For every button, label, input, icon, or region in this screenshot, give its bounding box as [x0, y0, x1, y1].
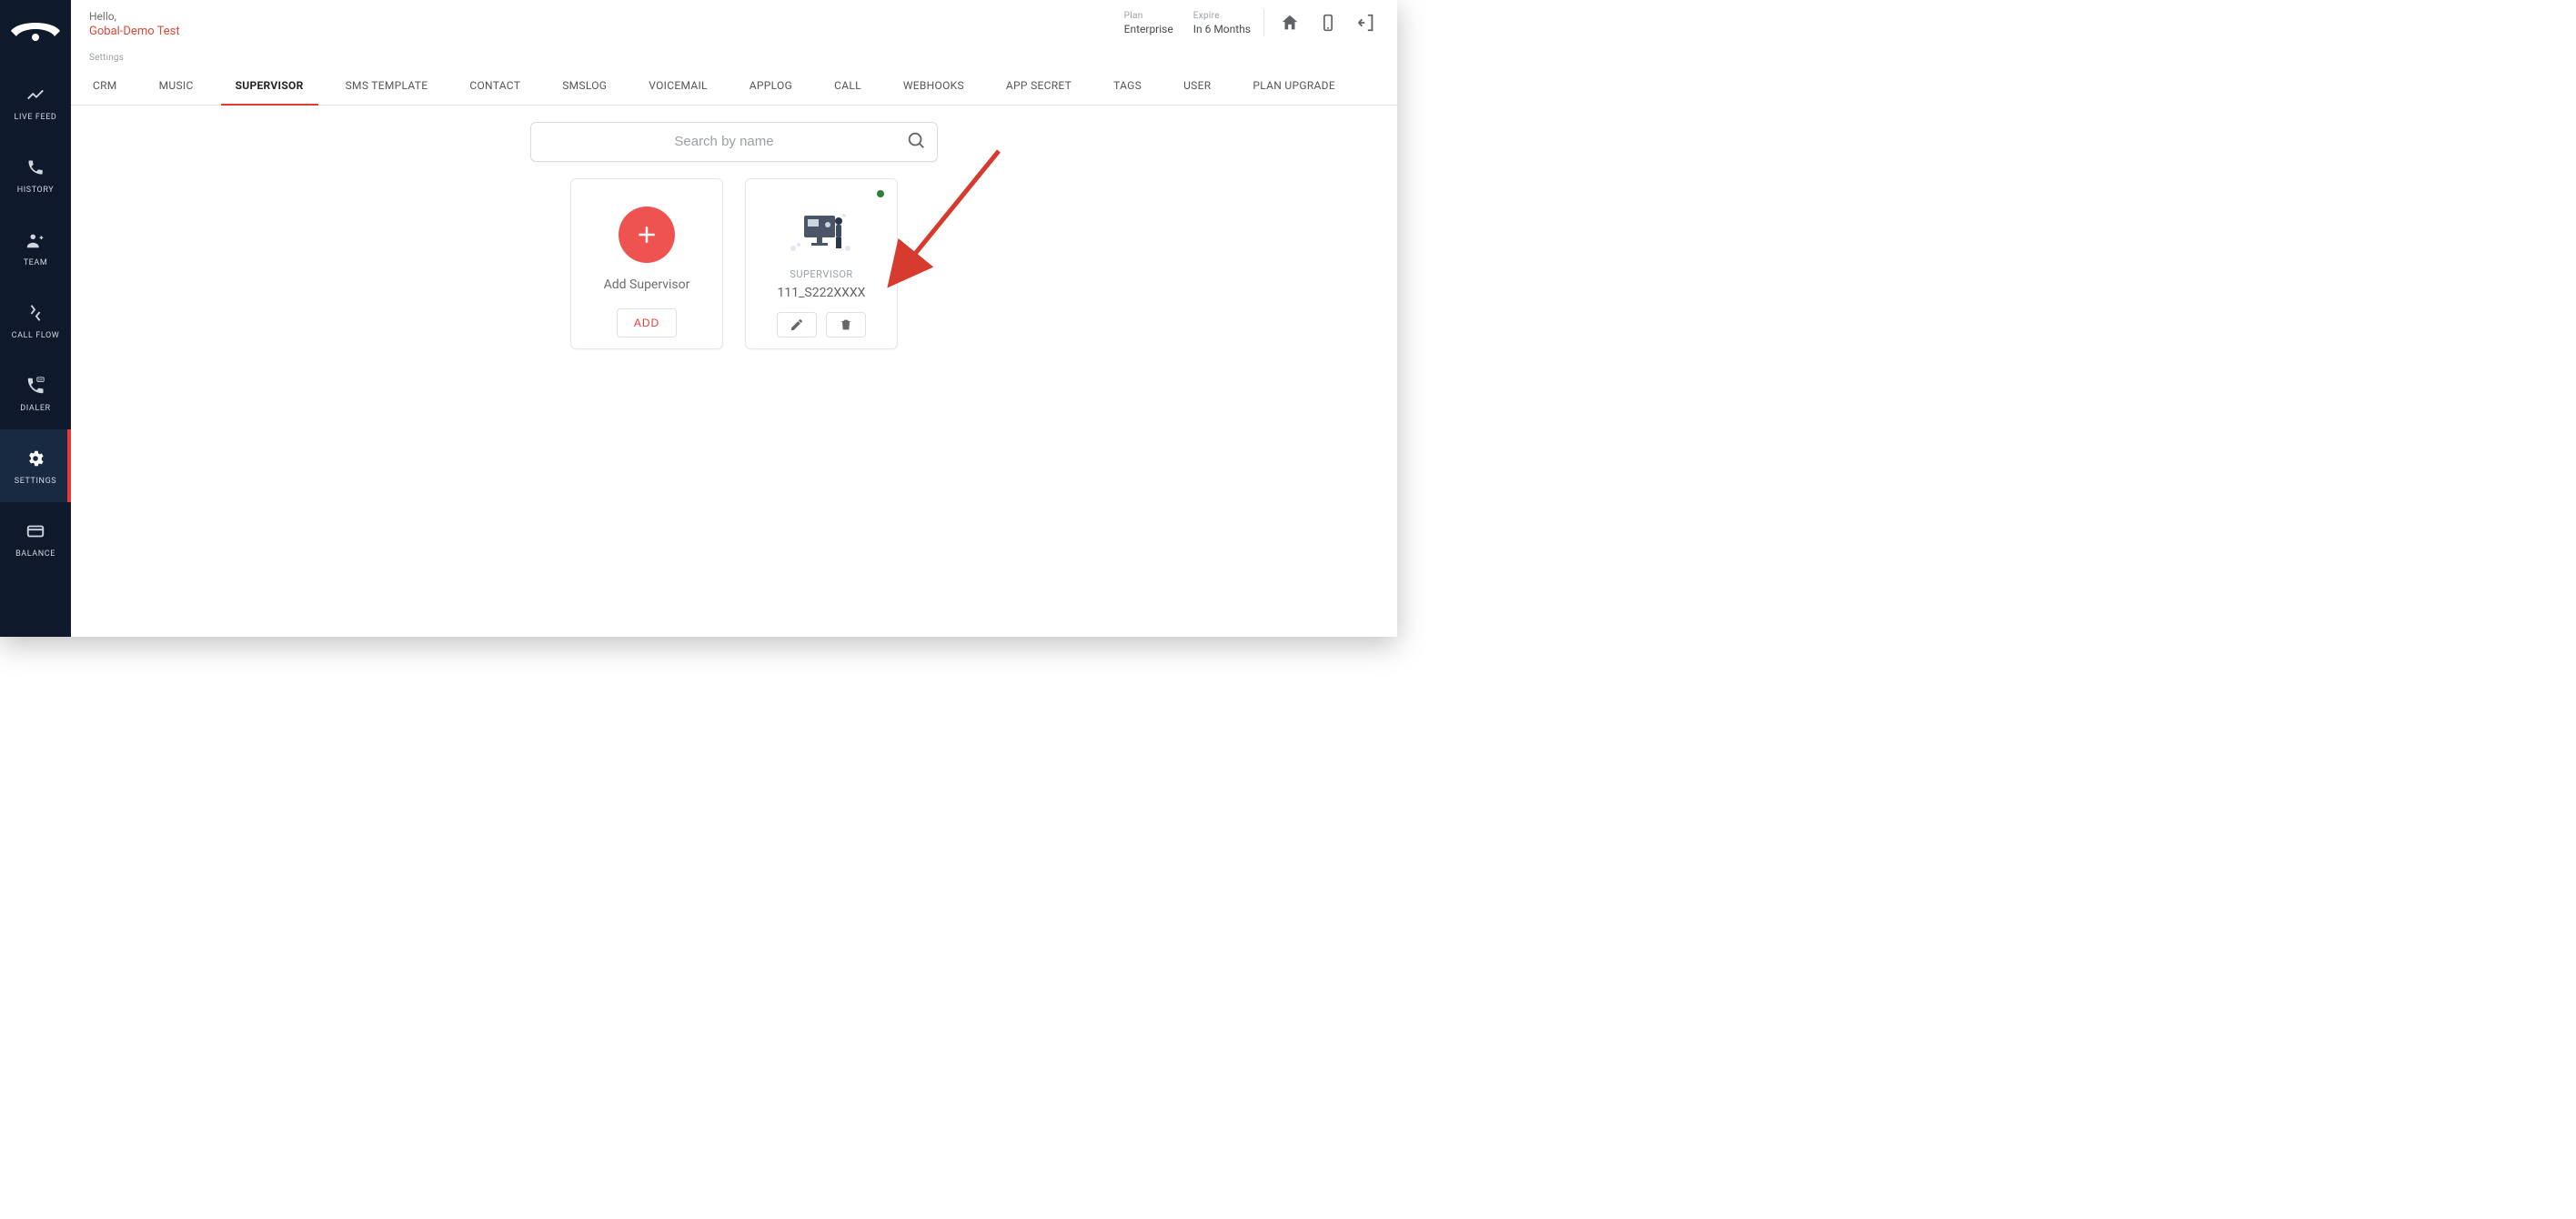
search-icon: [906, 130, 926, 150]
expire-value: In 6 Months: [1193, 23, 1251, 35]
tab-app-secret[interactable]: APP SECRET: [1002, 68, 1075, 105]
add-supervisor-card: Add Supervisor ADD: [570, 178, 723, 349]
card-icon: [25, 520, 46, 542]
sidebar-item-live-feed[interactable]: LIVE FEED: [0, 65, 71, 138]
search-button[interactable]: [906, 130, 926, 154]
sidebar-item-dialer[interactable]: SIP DIALER: [0, 357, 71, 429]
live-feed-icon: [25, 84, 46, 106]
mobile-icon: [1319, 14, 1337, 32]
app-shell: LIVE FEED HISTORY TEAM CALL FLOW SIP DIA…: [0, 0, 1397, 637]
dialer-icon: SIP: [25, 375, 46, 397]
gear-icon: [25, 448, 46, 469]
pencil-icon: [790, 317, 804, 332]
add-button[interactable]: ADD: [617, 308, 677, 337]
status-dot-online: [877, 190, 884, 197]
tab-contact[interactable]: CONTACT: [466, 68, 524, 105]
add-circle[interactable]: [619, 207, 675, 263]
sidebar-item-label: BALANCE: [15, 549, 55, 559]
svg-text:SIP: SIP: [38, 378, 44, 382]
tab-plan-upgrade[interactable]: PLAN UPGRADE: [1249, 68, 1339, 105]
tab-applog[interactable]: APPLOG: [746, 68, 796, 105]
account-meta: Plan Enterprise Expire In 6 Months: [1124, 11, 1251, 35]
topbar-right: Plan Enterprise Expire In 6 Months: [1124, 9, 1379, 36]
tab-webhooks[interactable]: WEBHOOKS: [900, 68, 968, 105]
sidebar-item-team[interactable]: TEAM: [0, 211, 71, 284]
supervisor-card-actions: [777, 312, 866, 337]
expire-label: Expire: [1193, 11, 1251, 21]
app-logo-icon: [9, 16, 62, 44]
sidebar-item-call-flow[interactable]: CALL FLOW: [0, 284, 71, 357]
tab-user[interactable]: USER: [1180, 68, 1214, 105]
breadcrumb: Settings: [71, 38, 1397, 68]
delete-supervisor-button[interactable]: [826, 312, 866, 337]
sidebar-item-history[interactable]: HISTORY: [0, 138, 71, 211]
sidebar-item-settings[interactable]: SETTINGS: [0, 429, 71, 502]
edit-supervisor-button[interactable]: [777, 312, 817, 337]
main-area: Hello, Gobal-Demo Test Plan Enterprise E…: [71, 0, 1397, 637]
sidebar-item-label: TEAM: [24, 258, 48, 267]
plan-value: Enterprise: [1124, 23, 1173, 35]
search-input[interactable]: [542, 134, 906, 149]
tab-supervisor[interactable]: SUPERVISOR: [232, 68, 307, 105]
sidebar-item-balance[interactable]: BALANCE: [0, 502, 71, 575]
user-name: Gobal-Demo Test: [89, 25, 180, 38]
supervisor-illustration-icon: [784, 203, 859, 257]
supervisor-card[interactable]: SUPERVISOR 111_S222XXXX: [745, 178, 898, 349]
logout-button[interactable]: [1353, 10, 1379, 35]
tab-music[interactable]: MUSIC: [156, 68, 197, 105]
search-box: [530, 122, 938, 162]
team-icon: [25, 229, 46, 251]
logout-icon: [1356, 13, 1376, 33]
plus-icon: [633, 221, 660, 248]
sidebar: LIVE FEED HISTORY TEAM CALL FLOW SIP DIA…: [0, 0, 71, 637]
tab-sms-template[interactable]: SMS TEMPLATE: [342, 68, 432, 105]
sidebar-item-label: LIVE FEED: [15, 113, 57, 122]
supervisor-role: SUPERVISOR: [790, 268, 852, 280]
plan-label: Plan: [1124, 11, 1173, 21]
greeting: Hello, Gobal-Demo Test: [89, 9, 180, 38]
supervisor-name: 111_S222XXXX: [778, 286, 866, 300]
home-icon: [1280, 13, 1300, 33]
home-button[interactable]: [1277, 10, 1303, 35]
add-caption: Add Supervisor: [604, 277, 690, 292]
sidebar-item-label: HISTORY: [17, 186, 55, 195]
phone-icon: [25, 156, 46, 178]
topbar: Hello, Gobal-Demo Test Plan Enterprise E…: [71, 0, 1397, 38]
tab-tags[interactable]: TAGS: [1110, 68, 1145, 105]
settings-tabs: CRM MUSIC SUPERVISOR SMS TEMPLATE CONTACT SMS…: [71, 68, 1397, 106]
trash-icon: [839, 317, 853, 332]
content-area: Add Supervisor ADD: [71, 106, 1397, 637]
divider: [1263, 9, 1264, 36]
tab-call[interactable]: CALL: [830, 68, 865, 105]
tab-crm[interactable]: CRM: [89, 68, 121, 105]
mobile-button[interactable]: [1315, 10, 1341, 35]
supervisor-cards: Add Supervisor ADD: [71, 178, 1397, 349]
sidebar-item-label: SETTINGS: [15, 477, 57, 486]
call-flow-icon: [25, 302, 46, 324]
sidebar-item-label: DIALER: [20, 404, 50, 413]
hello-text: Hello,: [89, 9, 180, 25]
tab-smslog[interactable]: SMSLOG: [558, 68, 610, 105]
sidebar-item-label: CALL FLOW: [12, 331, 60, 340]
tab-voicemail[interactable]: VOICEMAIL: [645, 68, 711, 105]
